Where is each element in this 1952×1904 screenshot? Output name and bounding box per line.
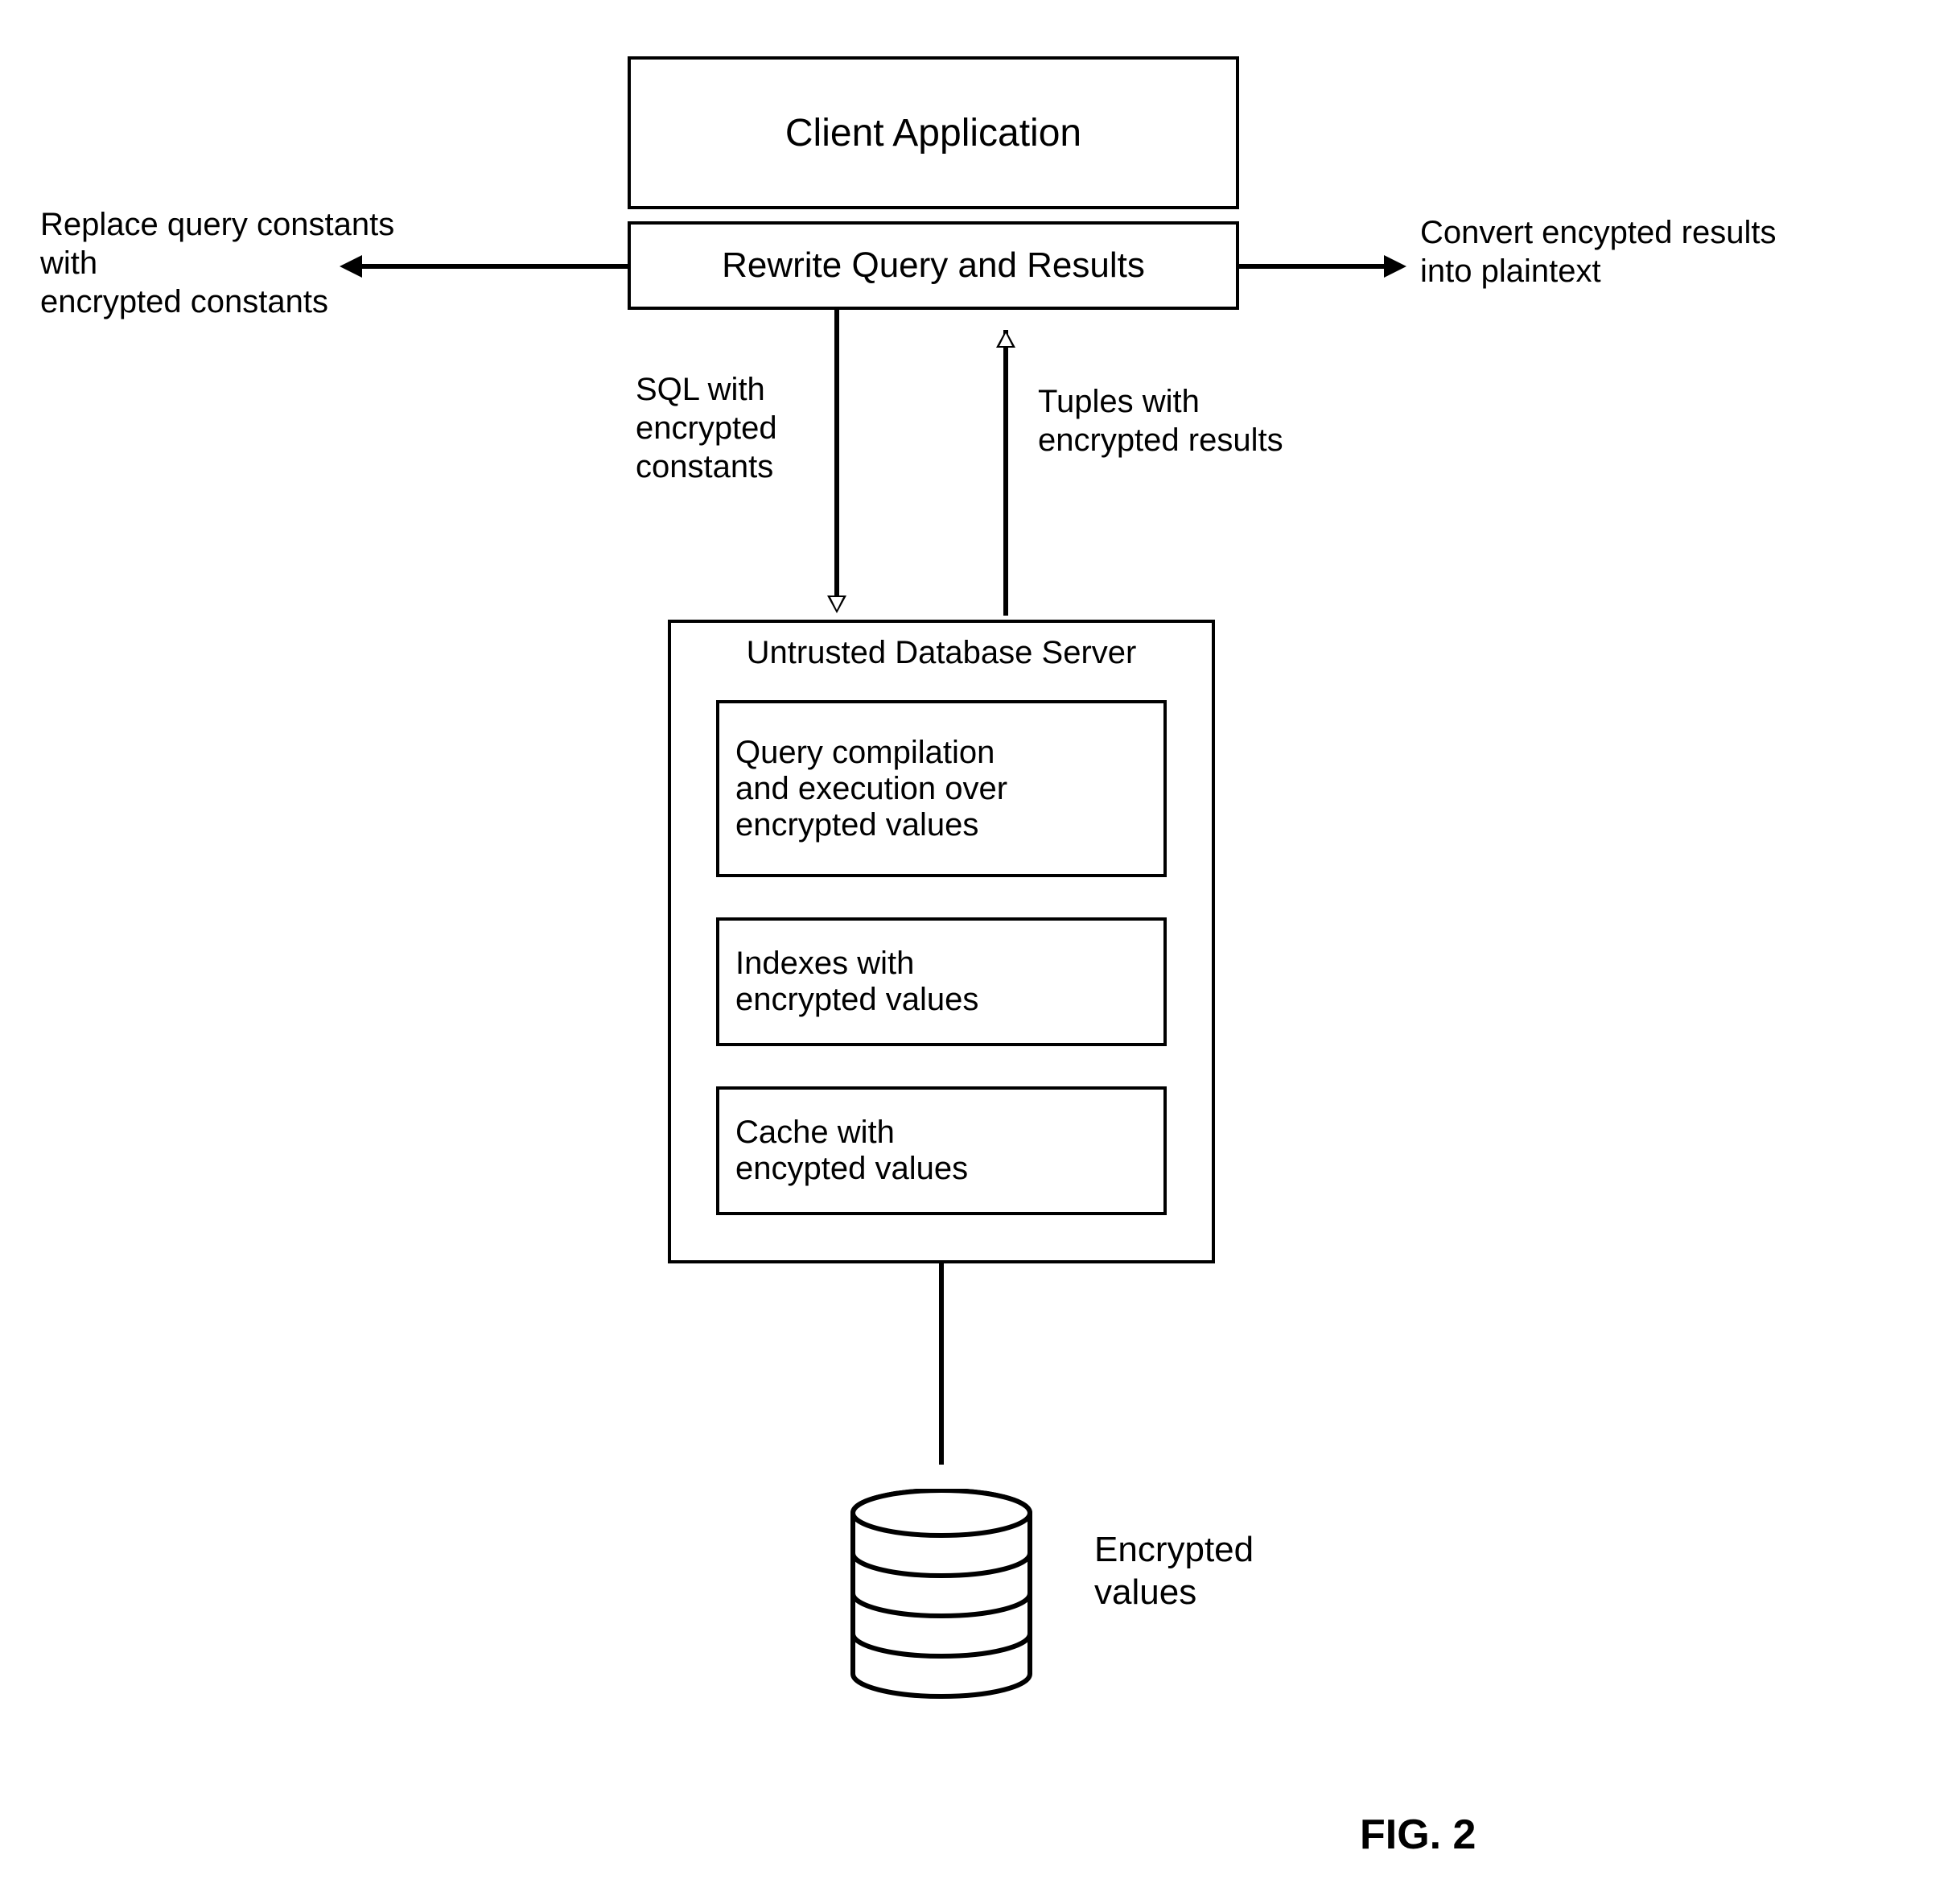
sql-label-line1: SQL with	[636, 370, 837, 409]
server-box2-line1: Indexes with	[735, 946, 978, 982]
server-box1-line1: Query compilation	[735, 735, 1007, 771]
arrow-sql-down-head	[827, 596, 846, 613]
tuples-label-line1: Tuples with	[1038, 382, 1376, 421]
right-annotation-line1: Convert encypted results	[1420, 213, 1903, 252]
arrow-tuples-up-line	[1003, 330, 1008, 616]
server-box3-line1: Cache with	[735, 1115, 968, 1151]
server-box-query: Query compilation and execution over enc…	[716, 700, 1167, 877]
server-box3-line2: encypted values	[735, 1151, 968, 1187]
storage-cylinder-icon	[845, 1489, 1038, 1706]
rewrite-query-box: Rewrite Query and Results	[628, 221, 1239, 310]
storage-label-line2: values	[1094, 1572, 1336, 1614]
client-application-label: Client Application	[785, 111, 1081, 155]
server-box2-line2: encrypted values	[735, 982, 978, 1018]
server-box1-line3: encrypted values	[735, 807, 1007, 843]
server-box-indexes: Indexes with encrypted values	[716, 917, 1167, 1046]
sql-label-line2: encrypted	[636, 409, 837, 447]
server-box1-line2: and execution over	[735, 771, 1007, 807]
rewrite-query-label: Rewrite Query and Results	[722, 245, 1145, 286]
sql-label: SQL with encrypted constants	[636, 370, 837, 486]
storage-label: Encrypted values	[1094, 1529, 1336, 1614]
tuples-label: Tuples with encrypted results	[1038, 382, 1376, 460]
left-annotation: Replace query constants with encrypted c…	[40, 205, 563, 321]
right-annotation: Convert encypted results into plaintext	[1420, 213, 1903, 291]
client-application-box: Client Application	[628, 56, 1239, 209]
sql-label-line3: constants	[636, 447, 837, 486]
figure-label: FIG. 2	[1360, 1811, 1476, 1859]
arrow-right-line	[1239, 264, 1384, 269]
tuples-label-line2: encrypted results	[1038, 421, 1376, 460]
arrow-right-head	[1384, 255, 1406, 278]
server-title: Untrusted Database Server	[671, 623, 1212, 671]
storage-label-line1: Encrypted	[1094, 1529, 1336, 1572]
left-annotation-line3: encrypted constants	[40, 282, 563, 321]
left-annotation-line1: Replace query constants	[40, 205, 563, 244]
arrow-storage-line	[939, 1263, 944, 1465]
right-annotation-line2: into plaintext	[1420, 252, 1903, 291]
left-annotation-line2: with	[40, 244, 563, 282]
server-box-cache: Cache with encypted values	[716, 1086, 1167, 1215]
arrow-tuples-up-head	[996, 330, 1015, 348]
